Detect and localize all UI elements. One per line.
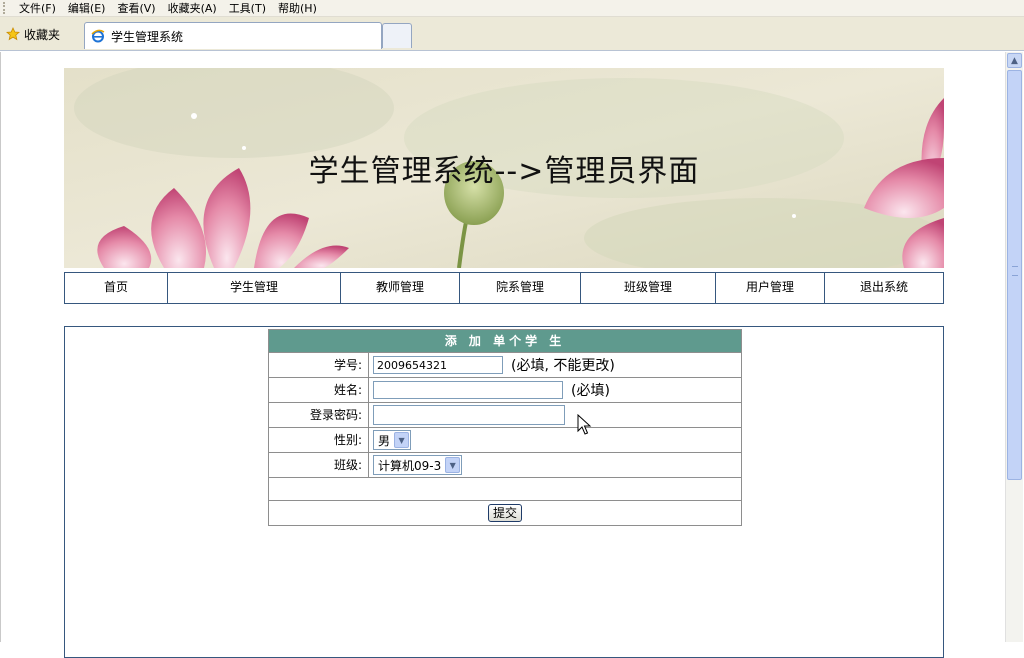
nav-home[interactable]: 首页 xyxy=(65,273,168,303)
vertical-scrollbar[interactable]: ▲ xyxy=(1005,52,1023,642)
class-select[interactable]: 计算机09-3 ▼ xyxy=(373,455,463,475)
nav-teacher-management[interactable]: 教师管理 xyxy=(341,273,460,303)
gender-value: 男 xyxy=(378,433,391,448)
form-header: 添 加 单个学 生 xyxy=(269,330,741,352)
row-class: 班级: 计算机09-3 ▼ xyxy=(269,452,741,477)
content-panel: 添 加 单个学 生 学号: (必填, 不能更改) 姓名: (必填) 登录密码: xyxy=(64,326,944,658)
tab-student-system[interactable]: 学生管理系统 xyxy=(84,22,382,49)
menu-tools[interactable]: 工具(T) xyxy=(229,0,266,16)
chevron-down-icon[interactable]: ▼ xyxy=(445,457,461,473)
nav-class-management[interactable]: 班级管理 xyxy=(581,273,716,303)
row-name: 姓名: (必填) xyxy=(269,377,741,402)
menu-favorites[interactable]: 收藏夹(A) xyxy=(168,0,217,16)
menu-view[interactable]: 查看(V) xyxy=(117,0,155,16)
menu-bar: 文件(F) 编辑(E) 查看(V) 收藏夹(A) 工具(T) 帮助(H) xyxy=(0,0,1024,17)
submit-button[interactable]: 提交 xyxy=(487,504,522,522)
name-note: (必填) xyxy=(571,383,610,399)
gender-select[interactable]: 男 ▼ xyxy=(373,430,412,450)
student-id-input[interactable] xyxy=(373,356,503,374)
menu-edit[interactable]: 编辑(E) xyxy=(68,0,106,16)
row-gender: 性别: 男 ▼ xyxy=(269,427,741,452)
add-student-form: 添 加 单个学 生 学号: (必填, 不能更改) 姓名: (必填) 登录密码: xyxy=(268,329,742,526)
name-input[interactable] xyxy=(373,381,563,399)
class-label: 班级: xyxy=(269,453,369,477)
row-spacer xyxy=(269,477,741,500)
student-id-note: (必填, 不能更改) xyxy=(511,358,615,374)
row-password: 登录密码: xyxy=(269,402,741,427)
page-viewport: 学生管理系统-->管理员界面 首页 学生管理 教师管理 院系管理 班级管理 用户… xyxy=(0,52,1005,658)
nav-student-management[interactable]: 学生管理 xyxy=(168,273,341,303)
mouse-cursor-icon xyxy=(577,414,592,435)
header-banner: 学生管理系统-->管理员界面 xyxy=(64,68,944,268)
menu-help[interactable]: 帮助(H) xyxy=(278,0,317,16)
password-label: 登录密码: xyxy=(269,403,369,427)
nav-logout[interactable]: 退出系统 xyxy=(825,273,943,303)
scroll-up-icon[interactable]: ▲ xyxy=(1007,53,1022,68)
class-value: 计算机09-3 xyxy=(378,458,442,473)
name-label: 姓名: xyxy=(269,378,369,402)
student-id-label: 学号: xyxy=(269,353,369,377)
menu-file[interactable]: 文件(F) xyxy=(19,0,56,16)
tab-title: 学生管理系统 xyxy=(111,29,184,44)
tab-bar: 收藏夹 学生管理系统 xyxy=(0,17,1024,51)
scroll-thumb[interactable] xyxy=(1007,70,1022,480)
banner-title: 学生管理系统-->管理员界面 xyxy=(308,154,700,189)
star-icon xyxy=(6,27,20,41)
chevron-down-icon[interactable]: ▼ xyxy=(394,432,410,448)
favorites-label: 收藏夹 xyxy=(24,27,61,42)
main-nav: 首页 学生管理 教师管理 院系管理 班级管理 用户管理 退出系统 xyxy=(64,272,944,304)
row-submit: 提交 xyxy=(269,500,741,525)
new-tab-button[interactable] xyxy=(382,23,412,48)
favorites-button[interactable]: 收藏夹 xyxy=(6,25,60,43)
nav-department-management[interactable]: 院系管理 xyxy=(460,273,581,303)
gender-label: 性别: xyxy=(269,428,369,452)
password-input[interactable] xyxy=(373,405,565,425)
row-student-id: 学号: (必填, 不能更改) xyxy=(269,352,741,377)
nav-user-management[interactable]: 用户管理 xyxy=(716,273,825,303)
toolbar-grip[interactable] xyxy=(3,2,11,14)
ie-icon xyxy=(91,29,105,43)
